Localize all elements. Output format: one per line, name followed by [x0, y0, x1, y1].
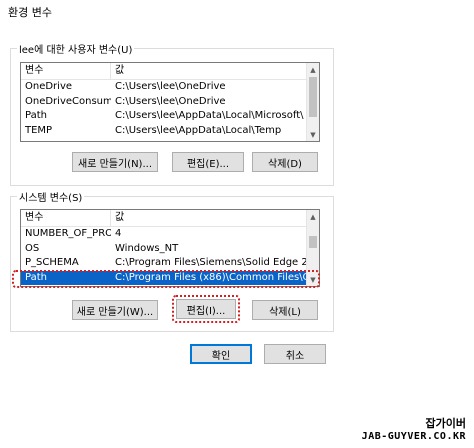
column-header-variable[interactable]: 변수 — [21, 210, 111, 226]
variable-value: C:\Program Files (x86)\Common Files\Or..… — [115, 271, 306, 283]
user-variable-row-onedriveconsumer[interactable]: OneDriveConsumer C:\Users\lee\OneDrive — [21, 95, 306, 110]
user-delete-button[interactable]: 삭제(D) — [252, 152, 318, 172]
system-variable-row-os[interactable]: OS Windows_NT — [21, 242, 306, 257]
title-bar: 환경 변수 — [0, 0, 474, 24]
system-variable-row-number-of-processors[interactable]: NUMBER_OF_PRO... 4 — [21, 227, 306, 242]
user-variables-rows: OneDrive C:\Users\lee\OneDrive OneDriveC… — [21, 80, 306, 138]
variable-value: C:\Users\lee\AppData\Local\Microsoft\ — [115, 110, 304, 121]
column-header-value[interactable]: 값 — [111, 210, 306, 226]
system-variable-row-path[interactable]: Path C:\Program Files (x86)\Common Files… — [21, 270, 306, 285]
variable-name: Path — [25, 271, 47, 283]
window-title: 환경 변수 — [8, 6, 52, 19]
user-variable-row-onedrive[interactable]: OneDrive C:\Users\lee\OneDrive — [21, 80, 306, 95]
column-header-variable[interactable]: 변수 — [21, 63, 111, 79]
cancel-button[interactable]: 취소 — [264, 344, 326, 364]
watermark: 잡가이버 JAB-GUYVER.CO.KR — [361, 416, 466, 442]
system-variables-scrollbar[interactable]: ▲ ▼ — [306, 210, 319, 286]
user-variables-label: lee에 대한 사용자 변수(U) — [17, 41, 135, 56]
system-variable-row-p-schema[interactable]: P_SCHEMA C:\Program Files\Siemens\Solid … — [21, 256, 306, 271]
variable-name: Path — [25, 110, 47, 121]
column-header-value[interactable]: 값 — [111, 63, 306, 79]
variable-value: C:\Users\lee\OneDrive — [115, 95, 226, 107]
user-variable-row-temp[interactable]: TEMP C:\Users\lee\AppData\Local\Temp — [21, 124, 306, 139]
watermark-line1: 잡가이버 — [425, 416, 466, 430]
user-edit-button[interactable]: 편집(E)... — [172, 152, 244, 172]
variable-value: C:\Program Files\Siemens\Solid Edge 20..… — [115, 257, 306, 268]
variable-value: C:\Users\lee\AppData\Local\Temp — [115, 124, 282, 136]
scroll-up-icon[interactable]: ▲ — [307, 210, 319, 223]
variable-value: C:\Users\lee\OneDrive — [115, 81, 226, 92]
system-variables-header: 변수 값 — [21, 210, 306, 227]
variable-name: OneDriveConsumer — [25, 95, 111, 107]
system-delete-button[interactable]: 삭제(L) — [252, 300, 318, 320]
scroll-down-icon[interactable]: ▼ — [307, 273, 319, 286]
system-new-button[interactable]: 새로 만들기(W)... — [72, 300, 158, 320]
watermark-line2: JAB-GUYVER.CO.KR — [361, 430, 466, 442]
scroll-down-icon[interactable]: ▼ — [307, 128, 319, 141]
user-new-button[interactable]: 새로 만들기(N)... — [72, 152, 158, 172]
environment-variables-dialog: 환경 변수 lee에 대한 사용자 변수(U) 변수 값 OneDrive C:… — [0, 0, 474, 448]
variable-name: TEMP — [25, 124, 53, 136]
system-edit-button[interactable]: 편집(I)... — [176, 299, 236, 319]
variable-name: OneDrive — [25, 81, 73, 92]
system-variables-rows: NUMBER_OF_PRO... 4 OS Windows_NT P_SCHEM… — [21, 227, 306, 285]
scrollbar-thumb[interactable] — [309, 77, 317, 117]
ok-button[interactable]: 확인 — [190, 344, 252, 364]
system-variables-list[interactable]: 변수 값 NUMBER_OF_PRO... 4 OS Windows_NT P_… — [20, 209, 320, 287]
user-variable-row-path[interactable]: Path C:\Users\lee\AppData\Local\Microsof… — [21, 109, 306, 124]
variable-value: 4 — [115, 228, 122, 239]
user-variables-header: 변수 값 — [21, 63, 306, 80]
variable-name: OS — [25, 242, 40, 254]
scroll-up-icon[interactable]: ▲ — [307, 63, 319, 76]
system-variables-label: 시스템 변수(S) — [17, 189, 85, 204]
scrollbar-thumb[interactable] — [309, 236, 317, 248]
variable-name: NUMBER_OF_PRO... — [25, 228, 111, 239]
user-variables-list[interactable]: 변수 값 OneDrive C:\Users\lee\OneDrive OneD… — [20, 62, 320, 142]
variable-name: P_SCHEMA — [25, 257, 79, 268]
user-variables-scrollbar[interactable]: ▲ ▼ — [306, 63, 319, 141]
variable-value: Windows_NT — [115, 242, 179, 254]
